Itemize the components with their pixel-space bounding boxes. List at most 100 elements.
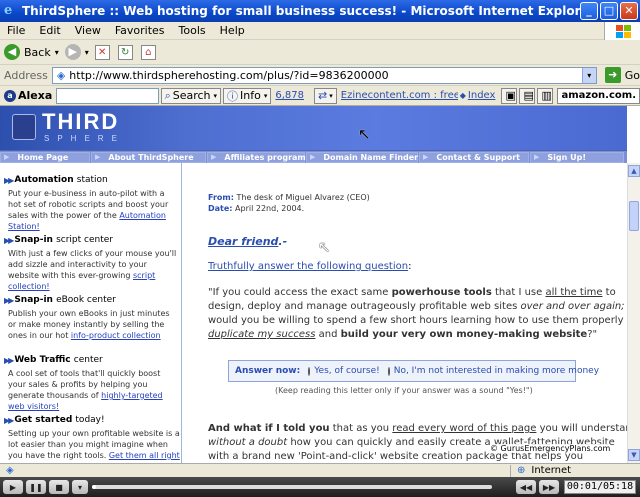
double-arrow-icon: ▶▶	[4, 355, 14, 365]
letter-from: From: The desk of Miguel Alvarez (CEO)	[208, 193, 370, 202]
menu-file[interactable]: File	[0, 24, 32, 37]
globe-icon: ⊕	[517, 465, 526, 476]
scroll-up-icon[interactable]: ▲	[628, 165, 640, 177]
page-info-icon[interactable]: ▤	[519, 87, 536, 104]
answer-no-label[interactable]: No, I'm not interested in making more mo…	[394, 366, 599, 376]
media-time: 00:01/05:18	[564, 480, 636, 494]
forward-arrow-icon: ▶	[64, 44, 81, 60]
logo-text-bottom: SPHERE	[44, 134, 125, 143]
fast-forward-icon[interactable]: ▶▶	[539, 480, 559, 494]
letter-question: "If you could access the exact same powe…	[208, 287, 627, 340]
maximize-button[interactable]: □	[600, 2, 618, 20]
zone-panel: ⊕ Internet	[510, 464, 640, 477]
address-dropdown-icon[interactable]: ▾	[581, 67, 596, 83]
forward-button[interactable]: ▶ ▾	[64, 44, 89, 60]
scroll-down-icon[interactable]: ▼	[628, 449, 640, 461]
bullet-icon: ◆	[459, 91, 466, 100]
stop-icon[interactable]: ✕	[94, 44, 110, 60]
sidebar-item-ebook-center: ▶▶ Snap-in eBook center Publish your own …	[4, 295, 170, 340]
related-links-button[interactable]: ⇄ ▾	[314, 87, 337, 104]
stop-icon[interactable]: ■	[49, 480, 69, 494]
alexa-toolbar: a Alexa ⌕ Search ▾ ⓘ Info ▾ 6,878 ⇄ ▾ Ez…	[0, 86, 640, 106]
nav-about[interactable]: ▶ About ThirdSphere	[91, 151, 206, 163]
home-icon[interactable]: ⌂	[140, 44, 156, 60]
alexa-brand[interactable]: a Alexa	[4, 89, 52, 102]
double-arrow-icon: ▶▶	[4, 175, 14, 185]
nav-contact[interactable]: ▶ Contact & Support	[419, 151, 529, 163]
address-url: http://www.thirdspherehosting.com/plus/?…	[69, 68, 389, 82]
rewind-icon[interactable]: ◀◀	[516, 480, 536, 494]
site-header-banner: THIRD SPHERE	[0, 106, 627, 150]
answer-label: Answer now:	[235, 366, 301, 376]
letter-date: Date: April 22nd, 2004.	[208, 204, 305, 213]
scroll-thumb[interactable]	[629, 201, 639, 231]
related-site-link[interactable]: Ezinecontent.com : free Content...	[341, 90, 458, 101]
alexa-rank-link[interactable]: 6,878	[275, 90, 304, 101]
back-dropdown-icon[interactable]: ▾	[55, 48, 59, 57]
status-bar: ◈ ⊕ Internet	[0, 463, 640, 477]
ie-logo-icon: e	[4, 3, 13, 18]
mouse-cursor-icon: ↖	[358, 125, 371, 143]
nav-home[interactable]: ▶ Home Page	[0, 151, 90, 163]
answer-yes-label[interactable]: Yes, of course!	[314, 366, 379, 376]
alexa-search-button[interactable]: ⌕ Search ▾	[160, 87, 222, 104]
menu-edit[interactable]: Edit	[32, 24, 67, 37]
amazon-button[interactable]: amazon.com.	[557, 87, 640, 104]
forward-dropdown-icon[interactable]: ▾	[85, 48, 89, 57]
nav-signup[interactable]: ▶ Sign Up!	[530, 151, 624, 163]
pop-blocker-icon[interactable]: ▣	[501, 87, 518, 104]
search-dropdown-icon: ▾	[213, 91, 218, 100]
magnifier-icon: ⌕	[164, 88, 171, 102]
play-icon[interactable]: ▶	[3, 480, 23, 494]
letter-prompt: Truthfully answer the following question…	[208, 261, 412, 272]
alexa-search-input[interactable]	[56, 87, 159, 104]
menu-view[interactable]: View	[68, 24, 108, 37]
go-button[interactable]: ➜ Go	[604, 67, 640, 83]
menu-favorites[interactable]: Favorites	[108, 24, 172, 37]
nav-domain-finder[interactable]: ▶ Domain Name Finder	[306, 151, 418, 163]
history-icon[interactable]: ▥	[537, 87, 554, 104]
nav-affiliates[interactable]: ▶ Affiliates program	[207, 151, 306, 163]
window-title: ThirdSphere :: Web hosting for small bus…	[22, 4, 595, 18]
sidebar-item-web-traffic: ▶▶ Web Traffic center A cool set of tools…	[4, 355, 163, 411]
related-dropdown-icon: ▾	[329, 91, 333, 100]
alexa-info-button[interactable]: ⓘ Info ▾	[223, 87, 272, 104]
vertical-scrollbar[interactable]: ▲ ▼	[627, 163, 640, 463]
logo-text-top: THIRD	[42, 109, 120, 134]
letter-paragraph: And what if I told you that as you read …	[208, 423, 627, 462]
page-status-icon: ◈	[6, 465, 14, 476]
media-menu-icon[interactable]: ▾	[72, 480, 88, 494]
sidebar-item-get-started: ▶▶ Get started today! Setting up your own…	[4, 415, 180, 463]
menu-tools[interactable]: Tools	[172, 24, 213, 37]
letter-greeting: Dear friend.-	[208, 235, 288, 248]
zone-label: Internet	[531, 465, 572, 476]
go-label: Go	[624, 68, 640, 82]
media-progress-track[interactable]	[92, 485, 492, 489]
greeting-link[interactable]: Dear friend	[208, 235, 278, 248]
address-bar: Address ◈ http://www.thirdspherehosting.…	[0, 65, 640, 86]
minimize-button[interactable]: _	[580, 2, 598, 20]
sidebar: ▶▶ Automation station Put your e-business…	[0, 163, 182, 463]
info-dropdown-icon: ▾	[263, 91, 268, 100]
back-label: Back	[24, 45, 51, 59]
window-titlebar[interactable]: ThirdSphere :: Web hosting for small bus…	[0, 0, 640, 22]
double-arrow-icon: ▶▶	[4, 415, 14, 425]
refresh-icon[interactable]: ↻	[117, 44, 133, 60]
answer-no-radio[interactable]	[387, 366, 390, 376]
go-arrow-icon: ➜	[604, 67, 621, 83]
back-button[interactable]: ◀ Back ▾	[4, 44, 59, 60]
double-arrow-icon: ▶▶	[4, 235, 14, 245]
sidebar-link-ebooks[interactable]: info-product collection	[71, 331, 161, 340]
prompt-link[interactable]: Truthfully answer the following question	[208, 261, 408, 272]
index-link[interactable]: Index	[468, 90, 496, 101]
answer-note: (Keep reading this letter only if your a…	[275, 386, 533, 395]
sidebar-item-automation: ▶▶ Automation station Put your e-business…	[4, 175, 169, 231]
menu-help[interactable]: Help	[213, 24, 252, 37]
pause-icon[interactable]: ❚❚	[26, 480, 46, 494]
answer-yes-radio[interactable]	[308, 366, 311, 376]
address-input[interactable]: ◈ http://www.thirdspherehosting.com/plus…	[51, 66, 597, 84]
windows-logo-icon	[604, 22, 640, 40]
mouse-cursor-icon: ↖	[318, 238, 331, 256]
close-button[interactable]: ✕	[620, 2, 638, 20]
alexa-icon: a	[4, 89, 16, 102]
